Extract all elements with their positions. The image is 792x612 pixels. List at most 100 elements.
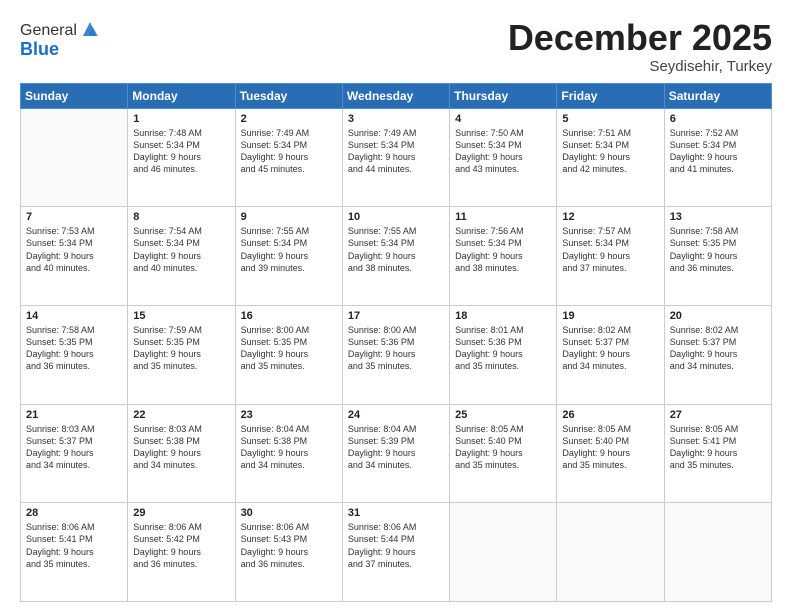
day-number: 29 <box>133 507 229 519</box>
day-info: Sunrise: 7:59 AM Sunset: 5:35 PM Dayligh… <box>133 324 229 373</box>
day-number: 17 <box>348 310 444 322</box>
calendar-cell: 16 Sunrise: 8:00 AM Sunset: 5:35 PM Dayli… <box>235 305 342 404</box>
day-number: 1 <box>133 113 229 125</box>
day-info: Sunrise: 7:58 AM Sunset: 5:35 PM Dayligh… <box>26 324 122 373</box>
calendar-cell: 8Sunrise: 7:54 AM Sunset: 5:34 PM Daylig… <box>128 207 235 306</box>
calendar-cell: 25Sunrise: 8:05 AM Sunset: 5:40 PM Dayli… <box>450 404 557 503</box>
calendar-cell: 26Sunrise: 8:05 AM Sunset: 5:40 PM Dayli… <box>557 404 664 503</box>
day-info: Sunrise: 8:05 AM Sunset: 5:41 PM Dayligh… <box>670 423 766 472</box>
day-info: Sunrise: 8:02 AM Sunset: 5:37 PM Dayligh… <box>562 324 658 373</box>
calendar-cell: 20 Sunrise: 8:02 AM Sunset: 5:37 PM Dayli… <box>664 305 771 404</box>
day-number: 5 <box>562 113 658 125</box>
day-info: Sunrise: 7:49 AM Sunset: 5:34 PM Dayligh… <box>241 127 337 176</box>
day-number: 30 <box>241 507 337 519</box>
day-info: Sunrise: 8:06 AM Sunset: 5:44 PM Dayligh… <box>348 521 444 570</box>
day-info: Sunrise: 7:55 AM Sunset: 5:34 PM Dayligh… <box>348 225 444 274</box>
day-number: 16 <box>241 310 337 322</box>
day-number: 23 <box>241 409 337 421</box>
day-info: Sunrise: 8:03 AM Sunset: 5:37 PM Dayligh… <box>26 423 122 472</box>
calendar-cell: 30 Sunrise: 8:06 AM Sunset: 5:43 PM Dayli… <box>235 503 342 602</box>
location: Seydisehir, Turkey <box>508 58 772 75</box>
day-info: Sunrise: 7:49 AM Sunset: 5:34 PM Dayligh… <box>348 127 444 176</box>
calendar-cell: 24 Sunrise: 8:04 AM Sunset: 5:39 PM Dayli… <box>342 404 449 503</box>
calendar-cell: 11 Sunrise: 7:56 AM Sunset: 5:34 PM Dayli… <box>450 207 557 306</box>
day-info: Sunrise: 8:06 AM Sunset: 5:41 PM Dayligh… <box>26 521 122 570</box>
calendar-cell: 2 Sunrise: 7:49 AM Sunset: 5:34 PM Daylig… <box>235 108 342 207</box>
calendar-week-row: 28 Sunrise: 8:06 AM Sunset: 5:41 PM Dayli… <box>21 503 772 602</box>
day-number: 19 <box>562 310 658 322</box>
calendar-cell: 4Sunrise: 7:50 AM Sunset: 5:34 PM Daylig… <box>450 108 557 207</box>
day-number: 20 <box>670 310 766 322</box>
day-number: 25 <box>455 409 551 421</box>
calendar-cell: 23 Sunrise: 8:04 AM Sunset: 5:38 PM Dayli… <box>235 404 342 503</box>
calendar-cell: 5 Sunrise: 7:51 AM Sunset: 5:34 PM Daylig… <box>557 108 664 207</box>
calendar-week-row: 7Sunrise: 7:53 AM Sunset: 5:34 PM Daylig… <box>21 207 772 306</box>
title-block: December 2025 Seydisehir, Turkey <box>508 18 772 75</box>
calendar-week-row: 14 Sunrise: 7:58 AM Sunset: 5:35 PM Dayli… <box>21 305 772 404</box>
calendar-cell: 21 Sunrise: 8:03 AM Sunset: 5:37 PM Dayli… <box>21 404 128 503</box>
calendar-cell: 14 Sunrise: 7:58 AM Sunset: 5:35 PM Dayli… <box>21 305 128 404</box>
calendar-cell: 18 Sunrise: 8:01 AM Sunset: 5:36 PM Dayli… <box>450 305 557 404</box>
day-info: Sunrise: 7:53 AM Sunset: 5:34 PM Dayligh… <box>26 225 122 274</box>
day-info: Sunrise: 7:48 AM Sunset: 5:34 PM Dayligh… <box>133 127 229 176</box>
calendar-week-row: 1 Sunrise: 7:48 AM Sunset: 5:34 PM Daylig… <box>21 108 772 207</box>
day-number: 31 <box>348 507 444 519</box>
calendar-cell <box>557 503 664 602</box>
day-number: 11 <box>455 211 551 223</box>
page: General Blue December 2025 Seydisehir, T… <box>0 0 792 612</box>
day-number: 9 <box>241 211 337 223</box>
day-number: 14 <box>26 310 122 322</box>
day-info: Sunrise: 8:01 AM Sunset: 5:36 PM Dayligh… <box>455 324 551 373</box>
day-number: 13 <box>670 211 766 223</box>
calendar-cell: 19 Sunrise: 8:02 AM Sunset: 5:37 PM Dayli… <box>557 305 664 404</box>
calendar-cell: 6Sunrise: 7:52 AM Sunset: 5:34 PM Daylig… <box>664 108 771 207</box>
calendar-cell: 15 Sunrise: 7:59 AM Sunset: 5:35 PM Dayli… <box>128 305 235 404</box>
calendar-cell: 27 Sunrise: 8:05 AM Sunset: 5:41 PM Dayli… <box>664 404 771 503</box>
day-number: 15 <box>133 310 229 322</box>
day-info: Sunrise: 7:55 AM Sunset: 5:34 PM Dayligh… <box>241 225 337 274</box>
day-header-wednesday: Wednesday <box>342 83 449 108</box>
calendar-cell: 12Sunrise: 7:57 AM Sunset: 5:34 PM Dayli… <box>557 207 664 306</box>
calendar-cell: 9 Sunrise: 7:55 AM Sunset: 5:34 PM Daylig… <box>235 207 342 306</box>
day-number: 28 <box>26 507 122 519</box>
day-info: Sunrise: 7:50 AM Sunset: 5:34 PM Dayligh… <box>455 127 551 176</box>
day-info: Sunrise: 8:03 AM Sunset: 5:38 PM Dayligh… <box>133 423 229 472</box>
day-info: Sunrise: 8:04 AM Sunset: 5:38 PM Dayligh… <box>241 423 337 472</box>
calendar-header-row: SundayMondayTuesdayWednesdayThursdayFrid… <box>21 83 772 108</box>
day-number: 2 <box>241 113 337 125</box>
logo-general-text: General <box>20 22 77 40</box>
day-info: Sunrise: 8:00 AM Sunset: 5:36 PM Dayligh… <box>348 324 444 373</box>
day-number: 12 <box>562 211 658 223</box>
day-info: Sunrise: 8:06 AM Sunset: 5:43 PM Dayligh… <box>241 521 337 570</box>
calendar-cell: 13Sunrise: 7:58 AM Sunset: 5:35 PM Dayli… <box>664 207 771 306</box>
day-header-tuesday: Tuesday <box>235 83 342 108</box>
day-info: Sunrise: 7:56 AM Sunset: 5:34 PM Dayligh… <box>455 225 551 274</box>
day-number: 3 <box>348 113 444 125</box>
day-number: 24 <box>348 409 444 421</box>
day-number: 6 <box>670 113 766 125</box>
calendar-cell <box>664 503 771 602</box>
calendar-cell: 1 Sunrise: 7:48 AM Sunset: 5:34 PM Daylig… <box>128 108 235 207</box>
day-info: Sunrise: 8:04 AM Sunset: 5:39 PM Dayligh… <box>348 423 444 472</box>
calendar-cell: 17 Sunrise: 8:00 AM Sunset: 5:36 PM Dayli… <box>342 305 449 404</box>
day-info: Sunrise: 7:51 AM Sunset: 5:34 PM Dayligh… <box>562 127 658 176</box>
day-number: 18 <box>455 310 551 322</box>
day-number: 27 <box>670 409 766 421</box>
logo: General Blue <box>20 22 101 60</box>
day-info: Sunrise: 7:54 AM Sunset: 5:34 PM Dayligh… <box>133 225 229 274</box>
day-header-monday: Monday <box>128 83 235 108</box>
calendar-cell: 10 Sunrise: 7:55 AM Sunset: 5:34 PM Dayli… <box>342 207 449 306</box>
day-header-sunday: Sunday <box>21 83 128 108</box>
day-header-thursday: Thursday <box>450 83 557 108</box>
day-number: 21 <box>26 409 122 421</box>
day-header-saturday: Saturday <box>664 83 771 108</box>
calendar-cell: 29Sunrise: 8:06 AM Sunset: 5:42 PM Dayli… <box>128 503 235 602</box>
day-number: 10 <box>348 211 444 223</box>
calendar-cell <box>450 503 557 602</box>
calendar-cell: 31 Sunrise: 8:06 AM Sunset: 5:44 PM Dayli… <box>342 503 449 602</box>
day-header-friday: Friday <box>557 83 664 108</box>
day-info: Sunrise: 8:00 AM Sunset: 5:35 PM Dayligh… <box>241 324 337 373</box>
calendar-cell <box>21 108 128 207</box>
logo-blue-text: Blue <box>20 40 101 60</box>
day-info: Sunrise: 8:02 AM Sunset: 5:37 PM Dayligh… <box>670 324 766 373</box>
